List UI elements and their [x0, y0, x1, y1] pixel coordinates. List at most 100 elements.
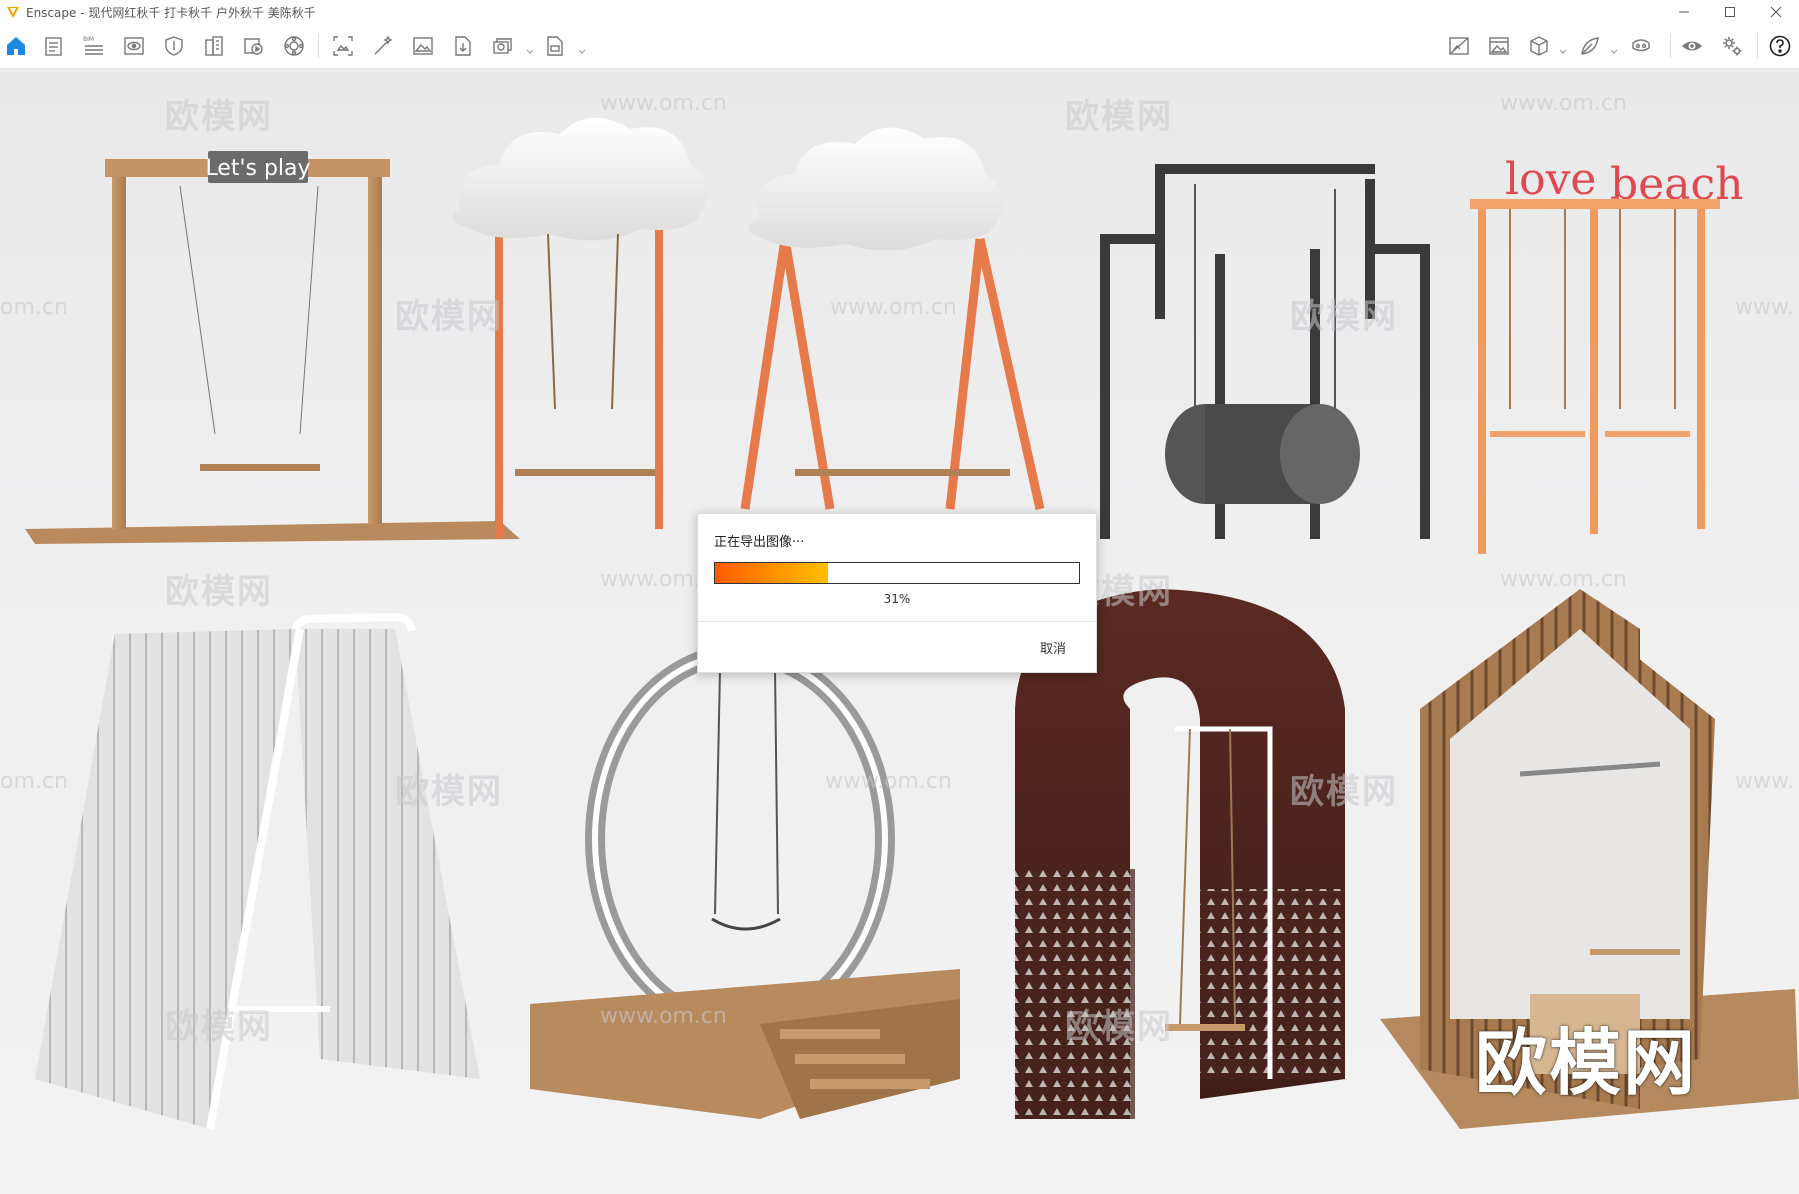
- material-editor-button[interactable]: [1577, 33, 1603, 59]
- maximize-button[interactable]: [1707, 0, 1753, 24]
- toolbar: BIM: [0, 24, 1799, 79]
- chevron-down-icon: [1610, 49, 1618, 54]
- toolbar-separator: [1670, 34, 1671, 58]
- export-exe-dropdown[interactable]: [577, 42, 587, 54]
- sign-lets-play: Let's play: [205, 156, 310, 181]
- safe-frame-button[interactable]: [161, 33, 187, 59]
- asset-library-dropdown[interactable]: [1558, 42, 1568, 54]
- panorama-button[interactable]: [281, 33, 307, 59]
- toolbar-separator: [318, 34, 319, 58]
- watermark-url-partial-right: www.: [1735, 769, 1794, 794]
- watermark: 欧模网: [1290, 297, 1398, 337]
- batch-render-dropdown[interactable]: [525, 42, 535, 54]
- watermark: 欧模网: [1290, 772, 1398, 812]
- title-bar: Enscape - 现代网红秋千 打卡秋千 户外秋千 美陈秋千: [0, 0, 1799, 24]
- big-watermark: 欧模网: [1475, 1021, 1698, 1105]
- watermark-url: www.om.cn: [825, 769, 952, 794]
- watermark: 欧模网: [1065, 97, 1173, 137]
- document-button[interactable]: [41, 33, 67, 59]
- watermark-url-partial: om.cn: [0, 769, 68, 794]
- no-image-button[interactable]: [1446, 33, 1472, 59]
- maximize-icon: [1725, 7, 1735, 17]
- export-exe-button[interactable]: [542, 33, 568, 59]
- toolbar-separator: [1757, 34, 1758, 58]
- dialog-separator: [698, 621, 1096, 622]
- swing-love-beach: love beach: [1470, 154, 1743, 554]
- export-progress-dialog: 正在导出图像··· 31% 取消: [697, 513, 1097, 673]
- settings-button[interactable]: [1719, 33, 1745, 59]
- video-editor-button[interactable]: [241, 33, 267, 59]
- no-image-icon: [1449, 37, 1469, 55]
- sign-love: love: [1505, 154, 1596, 205]
- view-settings-button[interactable]: [1679, 33, 1705, 59]
- leaf-icon: [1581, 37, 1599, 55]
- cancel-button[interactable]: 取消: [1040, 638, 1066, 657]
- settings-icon: [1723, 37, 1742, 56]
- cube-icon: [1530, 36, 1548, 56]
- batch-render-button[interactable]: [490, 33, 516, 59]
- chevron-down-icon: [578, 49, 586, 54]
- help-button[interactable]: [1767, 33, 1793, 59]
- watermark: 欧模网: [165, 97, 273, 137]
- bim-list-icon: BIM: [83, 36, 103, 55]
- window-title: Enscape - 现代网红秋千 打卡秋千 户外秋千 美陈秋千: [26, 5, 316, 20]
- help-icon: [1769, 35, 1791, 57]
- screenshot-icon: [333, 36, 353, 56]
- bim-label: BIM: [83, 36, 94, 43]
- vr-button[interactable]: [1628, 33, 1654, 59]
- image-icon: [413, 37, 433, 55]
- watermark-url: www.om.cn: [1500, 91, 1627, 116]
- home-icon: [7, 37, 25, 55]
- watermark: 欧模网: [395, 297, 503, 337]
- swing-barrel: [1100, 164, 1430, 539]
- export-file-icon: [455, 36, 471, 56]
- watermark-url-partial-right: www.: [1735, 295, 1794, 320]
- close-button[interactable]: [1753, 0, 1799, 24]
- visual-settings-button[interactable]: [370, 33, 396, 59]
- watermark-url-partial: om.cn: [0, 295, 68, 320]
- watermark-url: www.om.cn: [830, 295, 957, 320]
- progress-fill: [715, 563, 828, 583]
- chevron-down-icon: [1559, 49, 1567, 54]
- watermark-url: www.om.cn: [600, 1004, 727, 1029]
- building-icon: [205, 36, 223, 56]
- minimize-icon: [1679, 11, 1689, 13]
- watermark: 欧模网: [395, 772, 503, 812]
- enscape-logo-icon: [7, 7, 19, 18]
- watermark: 欧模网: [1065, 1007, 1173, 1047]
- panorama-icon: [284, 36, 304, 56]
- image-button[interactable]: [410, 33, 436, 59]
- swing-wooden-frame: Let's play: [25, 151, 520, 544]
- export-exe-icon: [547, 36, 563, 56]
- vr-headset-icon: [1632, 39, 1650, 52]
- close-icon: [1770, 6, 1782, 18]
- gallery-button[interactable]: [1486, 33, 1512, 59]
- home-button[interactable]: [3, 33, 29, 59]
- watermark-url: www.om.cn: [1500, 567, 1627, 592]
- asset-library-button[interactable]: [1526, 33, 1552, 59]
- swing-white-aframe: [35, 612, 480, 1130]
- views-button[interactable]: [121, 33, 147, 59]
- screenshot-button[interactable]: [330, 33, 356, 59]
- bim-button[interactable]: BIM: [81, 33, 107, 59]
- video-editor-icon: [244, 38, 263, 55]
- material-editor-dropdown[interactable]: [1609, 42, 1619, 54]
- batch-render-icon: [493, 38, 512, 54]
- magic-wand-icon: [374, 35, 393, 55]
- progress-percent: 31%: [883, 592, 911, 606]
- swing-ring-stairs: [530, 644, 960, 1119]
- document-icon: [45, 37, 62, 56]
- image-gallery-icon: [1489, 37, 1509, 55]
- shield-icon: [165, 36, 183, 56]
- watermark-url: www.om.cn: [600, 91, 727, 116]
- eye-view-icon: [124, 37, 144, 55]
- chevron-down-icon: [526, 49, 534, 54]
- eye-icon: [1682, 41, 1702, 51]
- watermark: 欧模网: [165, 1007, 273, 1047]
- export-button[interactable]: [450, 33, 476, 59]
- dialog-title: 正在导出图像···: [714, 535, 805, 550]
- building-button[interactable]: [201, 33, 227, 59]
- export-progress-bar: [714, 562, 1080, 584]
- watermark: 欧模网: [165, 572, 273, 612]
- minimize-button[interactable]: [1661, 0, 1707, 24]
